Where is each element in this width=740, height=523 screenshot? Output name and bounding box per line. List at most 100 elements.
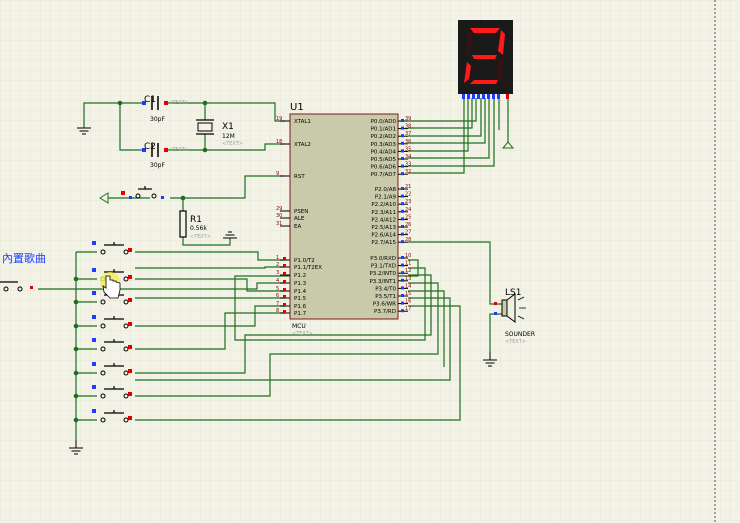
pin-label: P3.2/INT0 [369, 271, 396, 277]
pin-number: 15 [405, 291, 411, 297]
c2-value: 30pF [150, 162, 165, 169]
c2-ref: C2 [144, 142, 156, 152]
pin-label: P0.0/AD0 [371, 119, 397, 125]
pin-label: XTAL1 [294, 119, 311, 125]
pin-label: P0.3/AD3 [371, 142, 397, 148]
pin-number: 4 [276, 278, 279, 284]
segment-a [470, 28, 500, 33]
pin-label: P1.3 [294, 281, 307, 287]
pin-number: 32 [405, 169, 411, 175]
pin-label: P0.4/AD4 [371, 149, 397, 155]
pin-label: P1.0/T2 [294, 258, 315, 264]
pin-label: P3.6/WR [373, 302, 396, 308]
pin-number: 38 [405, 124, 411, 130]
r1-value: 0.56k [190, 225, 207, 232]
pin-number: 35 [405, 146, 411, 152]
pin-number: 16 [405, 299, 411, 305]
pin-number: 31 [276, 221, 282, 227]
segment-d [470, 80, 498, 84]
pin-label: P2.1/A9 [375, 195, 397, 201]
pin-number: 23 [405, 199, 411, 205]
pin-label: P1.6 [294, 304, 307, 310]
pin-label: P1.4 [294, 289, 307, 295]
segment-g [472, 55, 497, 59]
pin-label: PSEN [294, 209, 308, 215]
pin-number: 13 [405, 276, 411, 282]
x1-text-tag: <TEXT> [222, 141, 243, 147]
ls1-ref: LS1 [505, 288, 521, 298]
pin-number: 9 [276, 171, 279, 177]
pin-label: P2.0/A8 [375, 187, 397, 193]
pin-number: 36 [405, 139, 411, 145]
pin-number: 2 [276, 262, 279, 268]
mcu-ref: U1 [290, 102, 304, 113]
mcu-name: MCU [292, 323, 306, 330]
pin-number: 12 [405, 268, 411, 274]
r1-text-tag: <TEXT> [190, 234, 211, 240]
mcu-text-tag: <TEXT> [292, 331, 313, 337]
schematic-canvas[interactable]: C1 30pF <TEXT> C2 30pF <TEXT> X1 12M <TE… [0, 0, 740, 523]
pin-number: 17 [405, 306, 411, 312]
pin-label: P2.4/A12 [371, 217, 396, 223]
pin-number: 22 [405, 192, 411, 198]
pin-number: 18 [276, 139, 282, 145]
pin-label: P0.2/AD2 [371, 134, 396, 140]
pin-label: P0.1/AD1 [371, 127, 396, 133]
pin-label: P0.6/AD6 [371, 165, 397, 171]
pin-label: P1.5 [294, 296, 307, 302]
pin-number: 33 [405, 162, 411, 168]
pin-label: EA [294, 224, 301, 230]
pin-label: P0.7/AD7 [371, 172, 397, 178]
r1-ref: R1 [190, 215, 202, 225]
builtin-songs-label: 內置歌曲 [2, 251, 46, 265]
seven-segment-display[interactable] [458, 20, 513, 99]
pin-number: 26 [405, 222, 411, 228]
c1-ref: C1 [144, 95, 156, 105]
pin-number: 5 [276, 286, 279, 292]
pin-number: 24 [405, 207, 411, 213]
pin-label: P2.6/A14 [371, 233, 396, 239]
c1-text-tag: <TEXT> [168, 100, 189, 106]
pin-number: 19 [276, 116, 282, 122]
c2-text-tag: <TEXT> [168, 147, 189, 153]
pin-label: P1.7 [294, 311, 307, 317]
pin-label: P2.3/A11 [371, 210, 396, 216]
pin-number: 25 [405, 214, 411, 220]
pin-number: 39 [405, 116, 411, 122]
pin-label: P3.0/RXD [370, 256, 396, 262]
x1-value: 12M [222, 133, 235, 140]
pin-label: XTAL2 [294, 142, 311, 148]
x1-ref: X1 [222, 122, 234, 132]
pin-number: 10 [405, 253, 411, 259]
pin-number: 30 [276, 213, 282, 219]
pin-number: 37 [405, 131, 411, 137]
c1-value: 30pF [150, 116, 165, 123]
pin-number: 21 [405, 184, 411, 190]
mcu-u1[interactable]: U1 MCU <TEXT> 19 XTAL118 XTAL29 RST29 PSEN30… [276, 102, 411, 337]
pin-number: 34 [405, 154, 411, 160]
pin-number: 8 [276, 308, 279, 314]
pin-number: 14 [405, 283, 411, 289]
pin-label: RST [294, 174, 305, 180]
pin-number: 1 [276, 255, 279, 261]
pin-label: P2.7/A15 [371, 240, 396, 246]
pin-label: P3.5/T1 [375, 294, 396, 300]
pin-label: P3.4/T0 [375, 286, 396, 292]
pin-number: 11 [405, 261, 411, 267]
pin-label: P3.1/TXD [371, 264, 396, 270]
pin-label: P3.3/INT1 [369, 279, 396, 285]
pin-label: P2.2/A10 [371, 202, 396, 208]
pin-number: 27 [405, 230, 411, 236]
ls1-name: SOUNDER [505, 331, 535, 338]
pin-number: 28 [405, 237, 411, 243]
segment-dp [504, 82, 508, 86]
pin-number: 29 [276, 206, 282, 212]
pin-label: P1.2 [294, 273, 306, 279]
ls1-text-tag: <TEXT> [505, 339, 526, 345]
pin-number: 6 [276, 293, 279, 299]
pin-label: P1.1/T2EX [294, 265, 322, 271]
pin-number: 3 [276, 270, 279, 276]
pin-label: ALE [294, 216, 305, 222]
pin-number: 7 [276, 301, 279, 307]
pin-label: P3.7/RD [374, 309, 396, 315]
